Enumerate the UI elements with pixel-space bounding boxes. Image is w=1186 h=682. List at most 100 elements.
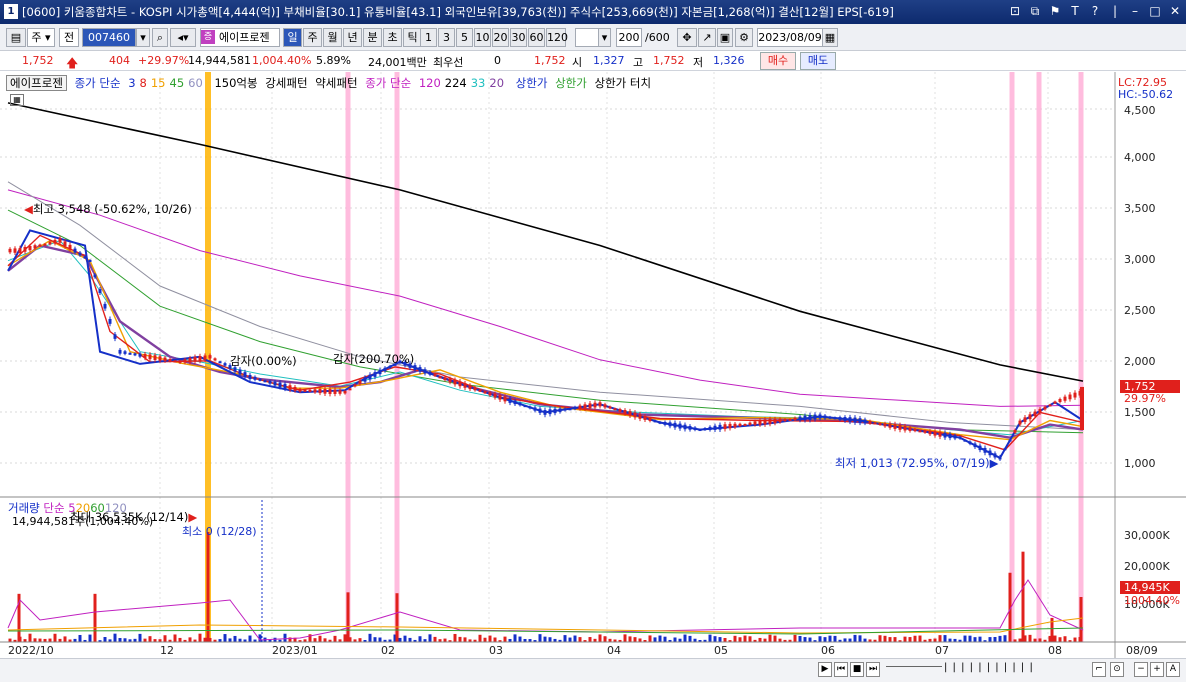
candle-body (328, 389, 332, 394)
legend-ma-period[interactable]: 45 (170, 76, 185, 90)
volume-bar (723, 638, 727, 642)
volume-bar (908, 637, 912, 642)
legend-150[interactable]: 150억봉 (214, 76, 257, 90)
candle-body (1008, 439, 1012, 442)
volume-bar (313, 638, 317, 642)
volume-bar (653, 637, 657, 642)
scroll-left-icon[interactable]: ▶ (818, 662, 832, 677)
legend-ma2-label[interactable]: 종가 단순 (365, 76, 411, 90)
zoom-reset-icon[interactable]: ⊙ (1110, 662, 1124, 677)
volume-bar (88, 634, 92, 642)
candle-body (683, 424, 687, 430)
zoom-ticks: | | | | | | | | | | | (944, 662, 1034, 673)
zoom-slider[interactable] (886, 666, 942, 672)
candle-body (438, 376, 442, 379)
volume-bar (673, 637, 677, 642)
candle-body (503, 396, 507, 402)
candle-body (78, 252, 82, 256)
candle-body (573, 406, 577, 410)
volume-bar (283, 633, 287, 642)
candle-body (343, 391, 347, 394)
volume-bar (598, 634, 602, 642)
zoom-out-icon[interactable]: − (1134, 662, 1148, 677)
candle-body (1068, 394, 1072, 400)
candle-body (268, 380, 272, 384)
candle-body (693, 427, 697, 431)
volume-bar (1038, 638, 1042, 642)
volume-bar (428, 634, 432, 642)
volume-bar (513, 634, 517, 642)
candle-body (498, 394, 502, 400)
volume-bar (1058, 637, 1062, 642)
candle-body (1038, 409, 1042, 413)
zoom-in-icon[interactable]: + (1150, 662, 1164, 677)
volume-bar (503, 636, 507, 642)
candle-body (308, 389, 312, 392)
volume-spike (93, 593, 97, 642)
legend-ma-period[interactable]: 60 (188, 76, 203, 90)
stop-icon[interactable]: ■ (850, 662, 864, 677)
legend-weak[interactable]: 약세패턴 (315, 76, 357, 90)
candle-body (418, 367, 422, 372)
candle-body (318, 389, 322, 394)
candle-body (958, 436, 962, 439)
legend-ma-period[interactable]: 20 (489, 76, 504, 90)
volume-bar (488, 635, 492, 642)
candle-body (753, 421, 757, 425)
auto-fit-icon[interactable]: A (1166, 662, 1180, 677)
table-icon[interactable]: ▦ (10, 94, 24, 106)
legend-strong[interactable]: 강세패턴 (265, 76, 307, 90)
candle-body (1048, 404, 1052, 407)
candle-body (548, 409, 552, 415)
candle-body (88, 259, 92, 262)
candle-body (733, 423, 737, 428)
candle-body (663, 421, 667, 425)
candle-body (1043, 406, 1047, 410)
legend-ma-period[interactable]: 33 (471, 76, 486, 90)
volume-bar (1073, 637, 1077, 642)
volume-bar (1053, 635, 1057, 642)
candle-body (763, 419, 767, 425)
candle-body (968, 441, 972, 444)
x-tick-label: 07 (935, 644, 949, 657)
legend-upper[interactable]: 상한가 (516, 76, 548, 90)
volume-bar (803, 637, 807, 642)
candle-body (383, 367, 387, 372)
volume-bar (848, 638, 852, 642)
candle-body (658, 421, 662, 424)
candle-body (368, 374, 372, 380)
candle-body (123, 351, 127, 354)
candle-body (183, 359, 187, 363)
candle-body (873, 422, 877, 425)
y-tick-label: 2,000 (1124, 355, 1156, 368)
candle-body (108, 318, 112, 324)
legend-ma-period[interactable]: 3 (128, 76, 135, 90)
legend-ma-period[interactable]: 224 (445, 76, 467, 90)
volume-bar (123, 638, 127, 642)
candle-body (728, 423, 732, 429)
volume-bar (248, 635, 252, 642)
chart-canvas[interactable] (0, 0, 1186, 682)
last-page-icon[interactable]: ⏭ (866, 662, 880, 677)
first-page-icon[interactable]: ⏮ (834, 662, 848, 677)
x-tick-label: 02 (381, 644, 395, 657)
candle-body (748, 422, 752, 425)
ma-120-line (7, 189, 1084, 407)
legend-ma-period[interactable]: 8 (140, 76, 147, 90)
zoom-minus-icon[interactable]: ⌐ (1092, 662, 1106, 677)
volume-bar (573, 635, 577, 642)
legend-security[interactable]: 에이프로젠 (6, 75, 67, 91)
legend-upper-touch[interactable]: 상한가 터치 (594, 76, 651, 90)
legend-upper2[interactable]: 상한가 (555, 76, 587, 90)
candle-body (43, 243, 47, 246)
candle-body (513, 400, 517, 405)
volume-bar (343, 634, 347, 642)
candle-body (933, 431, 937, 436)
legend-ma-period[interactable]: 120 (419, 76, 441, 90)
candle-body (888, 423, 892, 428)
legend-ma-label[interactable]: 종가 단순 (75, 76, 121, 90)
candle-body (863, 419, 867, 424)
legend-ma-period[interactable]: 15 (151, 76, 166, 90)
candle-body (303, 389, 307, 392)
candle-body (313, 389, 317, 393)
